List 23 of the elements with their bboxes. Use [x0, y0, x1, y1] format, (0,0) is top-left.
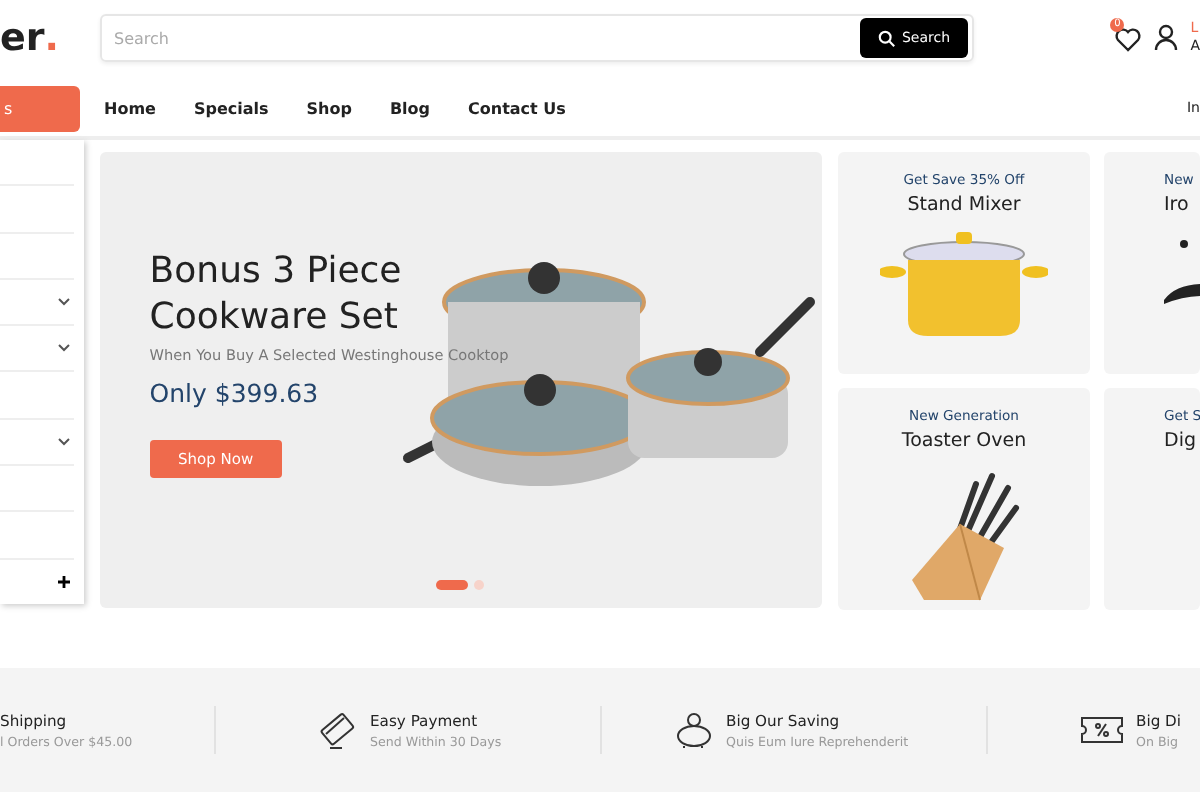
- logo[interactable]: er.: [0, 16, 100, 60]
- promo-title: Iro: [1164, 194, 1189, 216]
- nav-link[interactable]: Contact Us: [468, 99, 566, 117]
- piggy-bank-icon: [674, 710, 714, 750]
- plus-icon: [57, 575, 70, 588]
- heart-icon[interactable]: [1114, 26, 1143, 54]
- nav-link[interactable]: Specials: [193, 99, 269, 117]
- nav-link[interactable]: Home: [104, 99, 156, 117]
- chevron-down-icon: [57, 298, 70, 307]
- nav-link[interactable]: Blog: [389, 99, 431, 117]
- hero-price: Only $399.63: [149, 378, 321, 408]
- promo-title: Stand Mixer: [907, 194, 1021, 216]
- hero-title: Bonus 3 Piece Cookware Set: [149, 248, 404, 340]
- nav-link[interactable]: Shop: [306, 99, 352, 117]
- search-icon: [877, 29, 896, 47]
- slider-dot[interactable]: [473, 580, 484, 590]
- credit-card-icon: [318, 710, 358, 750]
- promo-title: Toaster Oven: [901, 430, 1027, 452]
- chevron-down-icon: [57, 437, 70, 446]
- chevron-down-icon: [57, 344, 70, 353]
- user-icon[interactable]: [1154, 24, 1179, 52]
- promo-title: Dig: [1164, 430, 1196, 452]
- coupon-icon: [1080, 714, 1124, 746]
